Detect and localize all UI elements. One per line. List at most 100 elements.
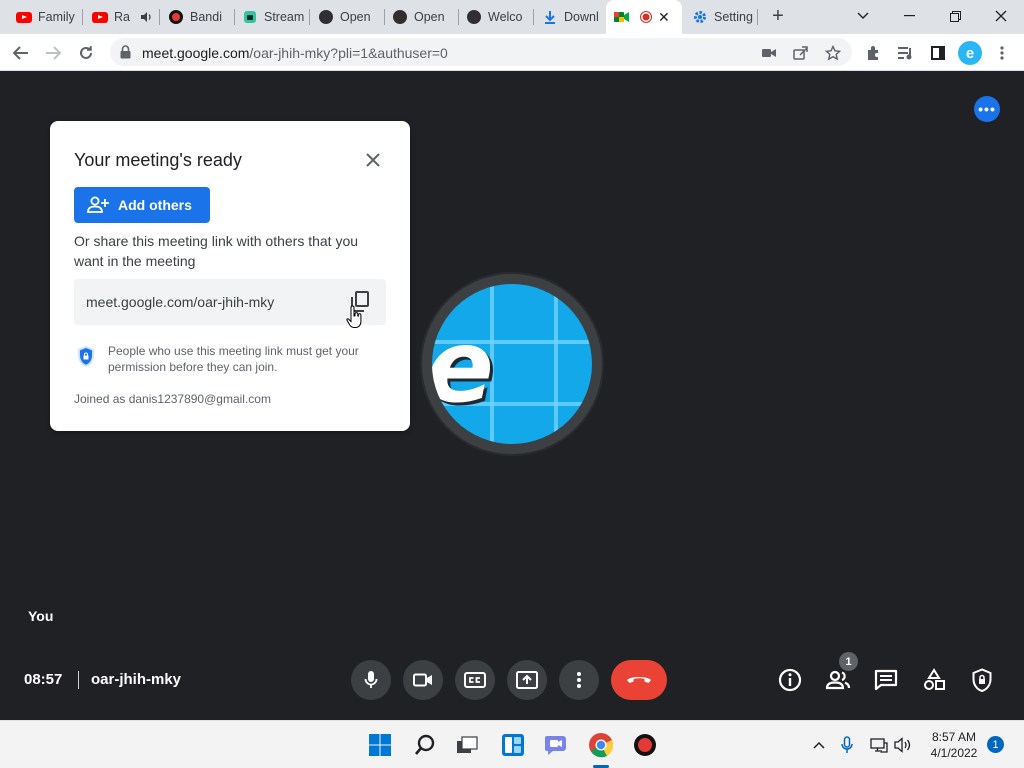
widgets-button[interactable] bbox=[499, 731, 527, 759]
add-person-icon bbox=[86, 196, 110, 214]
dialog-title: Your meeting's ready bbox=[74, 150, 242, 170]
windows-logo-icon bbox=[369, 734, 391, 756]
teams-chat-button[interactable] bbox=[543, 731, 571, 759]
chat-button[interactable] bbox=[873, 667, 899, 693]
bookmark-star-icon[interactable] bbox=[824, 44, 842, 62]
url-text[interactable]: meet.google.com/oar-jhih-mky?pli=1&authu… bbox=[142, 45, 448, 61]
tab-label: Setting bbox=[714, 10, 753, 24]
meet-icon bbox=[614, 9, 630, 25]
present-screen-icon bbox=[516, 671, 538, 689]
tab-downloads[interactable]: Downl bbox=[534, 4, 604, 30]
streamlabs-icon bbox=[242, 9, 258, 25]
bandicam-taskbar-button[interactable] bbox=[631, 731, 659, 759]
obs-icon bbox=[466, 9, 482, 25]
teams-chat-icon bbox=[545, 736, 566, 755]
chevron-down-icon bbox=[857, 12, 869, 19]
chrome-icon bbox=[589, 733, 614, 758]
more-options-button[interactable]: ••• bbox=[974, 96, 1000, 122]
tab-google-meet[interactable]: ✕ bbox=[606, 0, 682, 34]
task-view-button[interactable] bbox=[453, 731, 481, 759]
tab-youtube-ra[interactable]: Ra bbox=[84, 4, 158, 30]
add-others-button[interactable]: Add others bbox=[74, 187, 210, 223]
meeting-link-field[interactable]: meet.google.com/oar-jhih-mky bbox=[74, 279, 386, 328]
camera-in-use-icon[interactable] bbox=[760, 44, 778, 62]
microphone-icon bbox=[364, 671, 378, 688]
tab-settings[interactable]: Setting bbox=[684, 4, 756, 30]
minimize-icon bbox=[903, 15, 915, 17]
tab-obs-welcome[interactable]: Welco bbox=[458, 4, 532, 30]
permission-notice: People who use this meeting link must ge… bbox=[108, 344, 359, 374]
search-button[interactable] bbox=[411, 731, 439, 759]
settings-gear-icon bbox=[692, 9, 708, 25]
forward-button[interactable] bbox=[40, 40, 66, 66]
tab-bandicam[interactable]: Bandi bbox=[160, 4, 232, 30]
side-panel-icon[interactable] bbox=[929, 44, 947, 62]
avatar-letter: e bbox=[432, 308, 494, 425]
microphone-icon bbox=[841, 736, 853, 753]
tab-search-button[interactable] bbox=[840, 3, 886, 29]
captions-button[interactable] bbox=[455, 660, 495, 700]
recording-icon bbox=[640, 11, 652, 23]
share-icon[interactable] bbox=[792, 44, 810, 62]
camera-button[interactable] bbox=[403, 660, 443, 700]
self-label: You bbox=[28, 608, 54, 624]
meeting-link[interactable]: meet.google.com/oar-jhih-mky bbox=[86, 294, 274, 310]
present-screen-button[interactable] bbox=[507, 660, 547, 700]
close-window-button[interactable] bbox=[978, 3, 1024, 29]
new-tab-button[interactable]: + bbox=[768, 6, 788, 26]
participant-tile: e bbox=[422, 274, 602, 454]
extensions-puzzle-icon[interactable] bbox=[865, 44, 883, 62]
tab-obs-open-1[interactable]: Open bbox=[310, 4, 382, 30]
chrome-taskbar-button[interactable] bbox=[587, 731, 615, 759]
video-camera-icon bbox=[413, 673, 432, 687]
tab-streamlabs[interactable]: Stream bbox=[234, 4, 308, 30]
volume-tray-button[interactable] bbox=[893, 735, 913, 755]
participant-count-badge: 1 bbox=[839, 652, 858, 671]
lock-icon[interactable] bbox=[120, 45, 131, 64]
media-control-icon[interactable] bbox=[897, 44, 915, 62]
youtube-icon bbox=[16, 9, 32, 25]
start-button[interactable] bbox=[366, 731, 394, 759]
activities-button[interactable] bbox=[921, 667, 947, 693]
share-instructions: Or share this meeting link with others t… bbox=[74, 233, 359, 269]
browser-toolbar: meet.google.com/oar-jhih-mky?pli=1&authu… bbox=[0, 34, 1024, 71]
minimize-button[interactable] bbox=[886, 3, 932, 29]
avatar: e bbox=[432, 284, 592, 444]
close-dialog-button[interactable] bbox=[362, 149, 384, 171]
address-bar[interactable]: meet.google.com/oar-jhih-mky?pli=1&authu… bbox=[110, 38, 852, 66]
youtube-icon bbox=[92, 9, 108, 25]
joined-as-text: Joined as danis1237890@gmail.com bbox=[74, 392, 271, 406]
tab-label: Stream bbox=[264, 10, 305, 24]
tab-separator bbox=[82, 9, 83, 25]
divider bbox=[78, 671, 79, 689]
close-tab-icon[interactable]: ✕ bbox=[658, 9, 670, 26]
show-hidden-icons-button[interactable] bbox=[809, 735, 829, 755]
tab-label: Family bbox=[38, 10, 75, 24]
browser-menu-icon[interactable] bbox=[993, 44, 1011, 62]
meet-stage: ••• e You Your meeting's ready Add other… bbox=[0, 71, 1024, 720]
activities-shapes-icon bbox=[924, 668, 945, 690]
leave-call-button[interactable] bbox=[611, 660, 667, 700]
close-icon bbox=[366, 153, 380, 167]
more-vertical-icon bbox=[577, 672, 581, 688]
reload-button[interactable] bbox=[73, 40, 99, 66]
microphone-button[interactable] bbox=[351, 660, 391, 700]
profile-avatar[interactable]: e bbox=[958, 41, 982, 65]
restore-button[interactable] bbox=[932, 3, 978, 29]
notification-badge[interactable]: 1 bbox=[987, 736, 1004, 753]
host-controls-button[interactable] bbox=[969, 667, 995, 693]
meeting-details-button[interactable] bbox=[777, 667, 803, 693]
back-button[interactable] bbox=[8, 40, 34, 66]
closed-captions-icon bbox=[464, 672, 486, 688]
tab-obs-open-2[interactable]: Open bbox=[384, 4, 456, 30]
more-actions-button[interactable] bbox=[559, 660, 599, 700]
tab-youtube-family[interactable]: Family bbox=[8, 4, 80, 30]
people-icon bbox=[825, 670, 851, 690]
url-path: /oar-jhih-mky?pli=1&authuser=0 bbox=[249, 45, 448, 61]
url-host: meet.google.com bbox=[142, 45, 250, 61]
network-tray-button[interactable] bbox=[869, 735, 889, 755]
microphone-in-use-tray[interactable] bbox=[837, 735, 857, 755]
chat-icon bbox=[874, 669, 898, 691]
system-clock[interactable]: 8:57 AM 4/1/2022 bbox=[928, 729, 980, 761]
speaker-icon[interactable] bbox=[140, 11, 152, 23]
